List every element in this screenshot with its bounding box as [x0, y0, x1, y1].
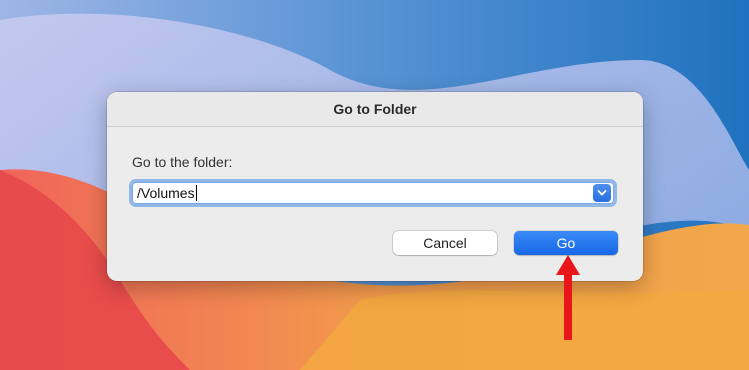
cancel-button[interactable]: Cancel	[393, 231, 497, 255]
go-button[interactable]: Go	[514, 231, 618, 255]
go-to-folder-dialog: Go to Folder Go to the folder: /Volumes …	[107, 92, 643, 281]
recent-folders-dropdown-button[interactable]	[593, 184, 611, 202]
folder-prompt-label: Go to the folder:	[132, 154, 233, 170]
folder-path-field[interactable]: /Volumes	[132, 182, 614, 204]
chevron-down-icon	[597, 190, 607, 196]
text-caret	[195, 185, 197, 201]
dialog-title: Go to Folder	[107, 92, 643, 127]
folder-path-input[interactable]: /Volumes	[137, 185, 197, 201]
red-arrow-icon	[556, 255, 580, 340]
